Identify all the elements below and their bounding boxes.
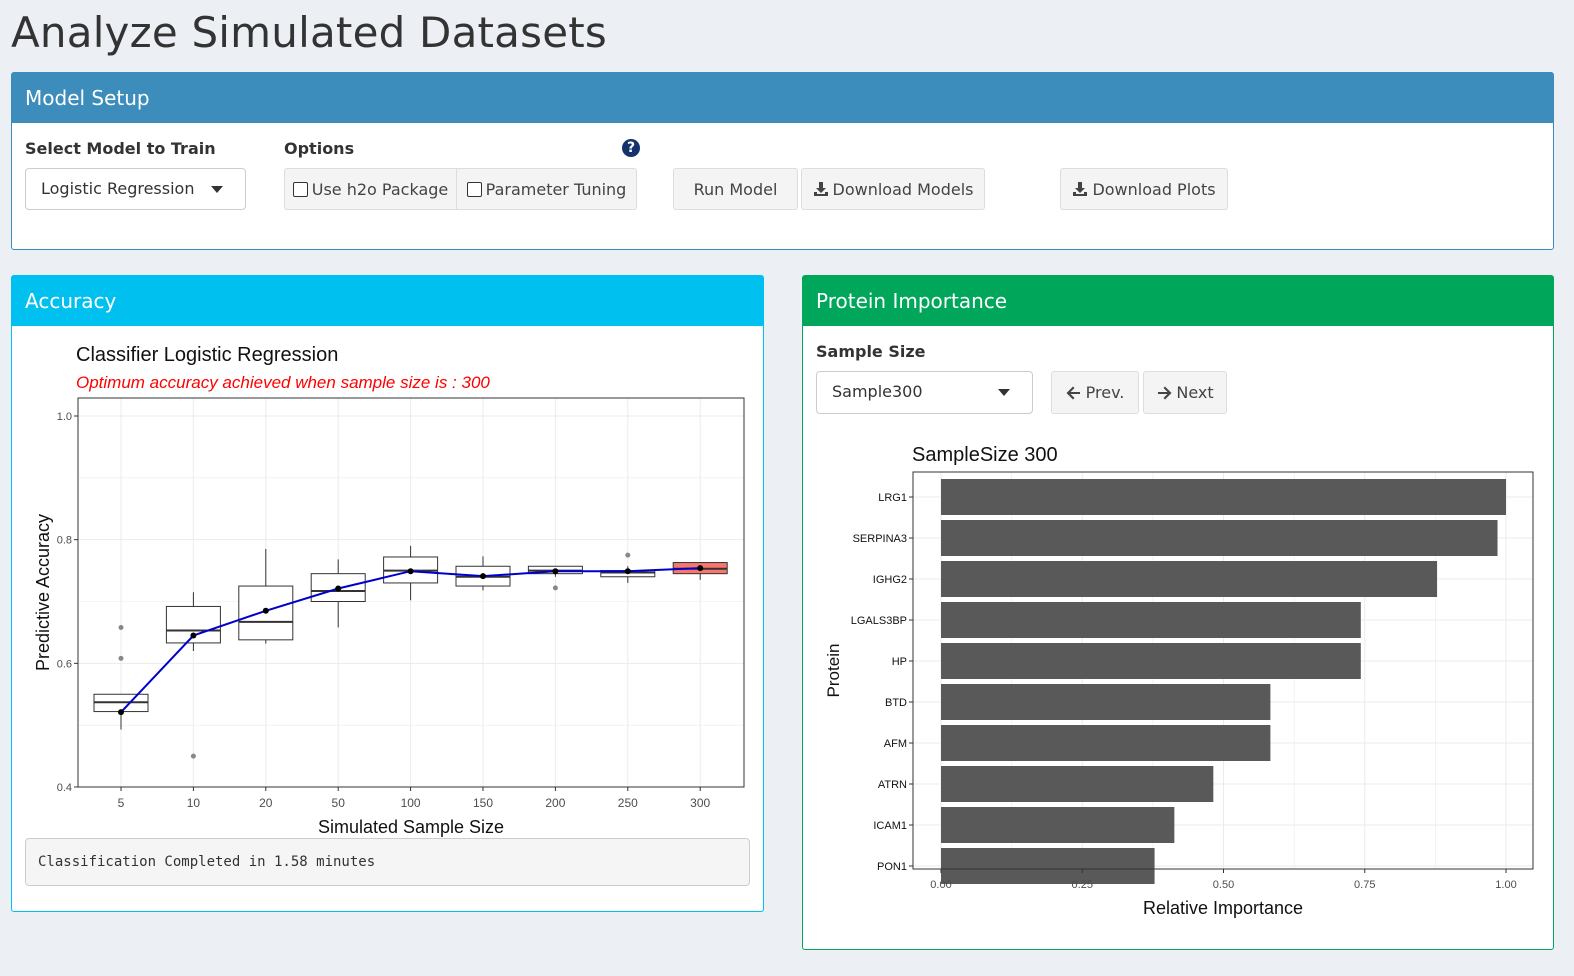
- y-tick-label: AFM: [884, 738, 907, 750]
- y-tick-label: 1.0: [57, 411, 72, 423]
- next-button[interactable]: Next: [1143, 371, 1227, 414]
- next-label: Next: [1176, 383, 1214, 402]
- arrow-right-icon: [1158, 386, 1172, 399]
- accuracy-box: Accuracy Classifier Logistic Regression O…: [11, 275, 764, 912]
- sample-size-select[interactable]: Sample300: [816, 371, 1033, 414]
- x-tick-label: 0.75: [1354, 879, 1375, 891]
- mean-point: [697, 565, 704, 572]
- checkbox-icon: [466, 181, 482, 197]
- x-tick-label: 250: [618, 796, 638, 810]
- bar-HP: [941, 643, 1361, 679]
- page-title: Analyze Simulated Datasets: [11, 8, 607, 57]
- y-axis-label: Protein: [824, 644, 843, 698]
- protein-importance-header: Protein Importance: [803, 276, 1553, 326]
- x-tick-label: 0.25: [1072, 879, 1093, 891]
- y-tick-label: BTD: [885, 697, 907, 709]
- download-icon: [1073, 182, 1088, 196]
- x-tick-label: 1.00: [1495, 879, 1516, 891]
- prev-button[interactable]: Prev.: [1051, 371, 1139, 414]
- chart-title: Classifier Logistic Regression: [76, 344, 338, 366]
- outlier-point: [552, 585, 558, 591]
- model-select-value: Logistic Regression: [41, 179, 195, 198]
- protein-importance-box: Protein Importance Sample Size Sample300…: [802, 275, 1554, 950]
- y-tick-label: 0.8: [57, 535, 72, 547]
- arrow-left-icon: [1066, 386, 1080, 399]
- model-setup-header: Model Setup: [12, 73, 1553, 123]
- y-axis-label: Predictive Accuracy: [33, 514, 53, 671]
- chart-title: SampleSize 300: [912, 444, 1058, 466]
- x-tick-label: 0.00: [930, 879, 951, 891]
- mean-point: [118, 709, 124, 716]
- checkbox-icon: [292, 181, 308, 197]
- select-model-label: Select Model to Train: [25, 139, 216, 158]
- use-h2o-label: Use h2o Package: [311, 179, 449, 199]
- y-tick-label: SERPINA3: [853, 533, 907, 545]
- x-axis-label: Relative Importance: [1143, 898, 1303, 918]
- use-h2o-toggle[interactable]: Use h2o Package: [284, 168, 457, 210]
- x-tick-label: 10: [187, 796, 201, 810]
- download-plots-button[interactable]: Download Plots: [1060, 168, 1228, 210]
- download-models-label: Download Models: [832, 179, 974, 199]
- run-model-button[interactable]: Run Model: [673, 168, 798, 210]
- chevron-down-icon: [998, 389, 1010, 396]
- prev-label: Prev.: [1085, 383, 1125, 402]
- bar-ICAM1: [941, 807, 1175, 843]
- download-plots-label: Download Plots: [1092, 179, 1216, 199]
- parameter-tuning-toggle[interactable]: Parameter Tuning: [456, 168, 637, 210]
- y-tick-label: PON1: [877, 861, 907, 873]
- status-output: Classification Completed in 1.58 minutes: [25, 838, 750, 886]
- accuracy-header: Accuracy: [12, 276, 763, 326]
- chart-subtitle: Optimum accuracy achieved when sample si…: [76, 373, 490, 392]
- bar-ATRN: [941, 766, 1214, 802]
- bar-LRG1: [941, 479, 1506, 515]
- outlier-point: [118, 624, 124, 630]
- bar-IGHG2: [941, 561, 1438, 597]
- y-tick-label: 0.6: [57, 658, 72, 670]
- model-select[interactable]: Logistic Regression: [25, 168, 246, 210]
- sample-size-label: Sample Size: [816, 342, 926, 361]
- bar-LGALS3BP: [941, 602, 1361, 638]
- y-tick-label: LRG1: [878, 492, 907, 504]
- x-tick-label: 200: [545, 796, 565, 810]
- mean-point: [624, 568, 631, 575]
- y-tick-label: 0.4: [57, 782, 72, 794]
- bar-PON1: [941, 848, 1155, 884]
- x-tick-label: 20: [259, 796, 273, 810]
- download-icon: [813, 182, 828, 196]
- mean-point: [190, 632, 197, 639]
- download-models-button[interactable]: Download Models: [801, 168, 985, 210]
- mean-point: [335, 585, 342, 592]
- y-tick-label: HP: [892, 656, 907, 668]
- x-tick-label: 300: [690, 796, 710, 810]
- x-axis-label: Simulated Sample Size: [318, 817, 504, 837]
- sample-size-value: Sample300: [832, 382, 923, 401]
- x-tick-label: 5: [118, 796, 125, 810]
- importance-chart: SampleSize 300 LRG1 SERPINA3 IGHG2 LGALS3BP H…: [824, 444, 1534, 918]
- x-tick-label: 100: [401, 796, 421, 810]
- outlier-point: [118, 655, 124, 661]
- x-tick-label: 0.50: [1213, 879, 1234, 891]
- mean-point: [552, 568, 559, 575]
- chevron-down-icon: [211, 186, 223, 193]
- accuracy-chart: Classifier Logistic Regression Optimum ac…: [33, 344, 745, 837]
- x-tick-label: 50: [332, 796, 346, 810]
- bar-AFM: [941, 725, 1271, 761]
- outlier-point: [625, 552, 631, 558]
- y-tick-label: LGALS3BP: [851, 615, 907, 627]
- y-tick-label: ICAM1: [873, 820, 907, 832]
- outlier-point: [190, 753, 196, 759]
- bar-BTD: [941, 684, 1271, 720]
- question-circle-icon[interactable]: ?: [622, 139, 640, 157]
- parameter-tuning-label: Parameter Tuning: [485, 179, 627, 199]
- model-setup-box: Model Setup Select Model to Train Logist…: [11, 72, 1554, 250]
- bar-SERPINA3: [941, 520, 1498, 556]
- options-label: Options: [284, 139, 355, 158]
- mean-point: [480, 573, 486, 580]
- y-tick-label: ATRN: [878, 779, 907, 791]
- mean-point: [262, 607, 269, 614]
- mean-point: [407, 568, 414, 575]
- y-tick-label: IGHG2: [873, 574, 907, 586]
- x-tick-label: 150: [473, 796, 493, 810]
